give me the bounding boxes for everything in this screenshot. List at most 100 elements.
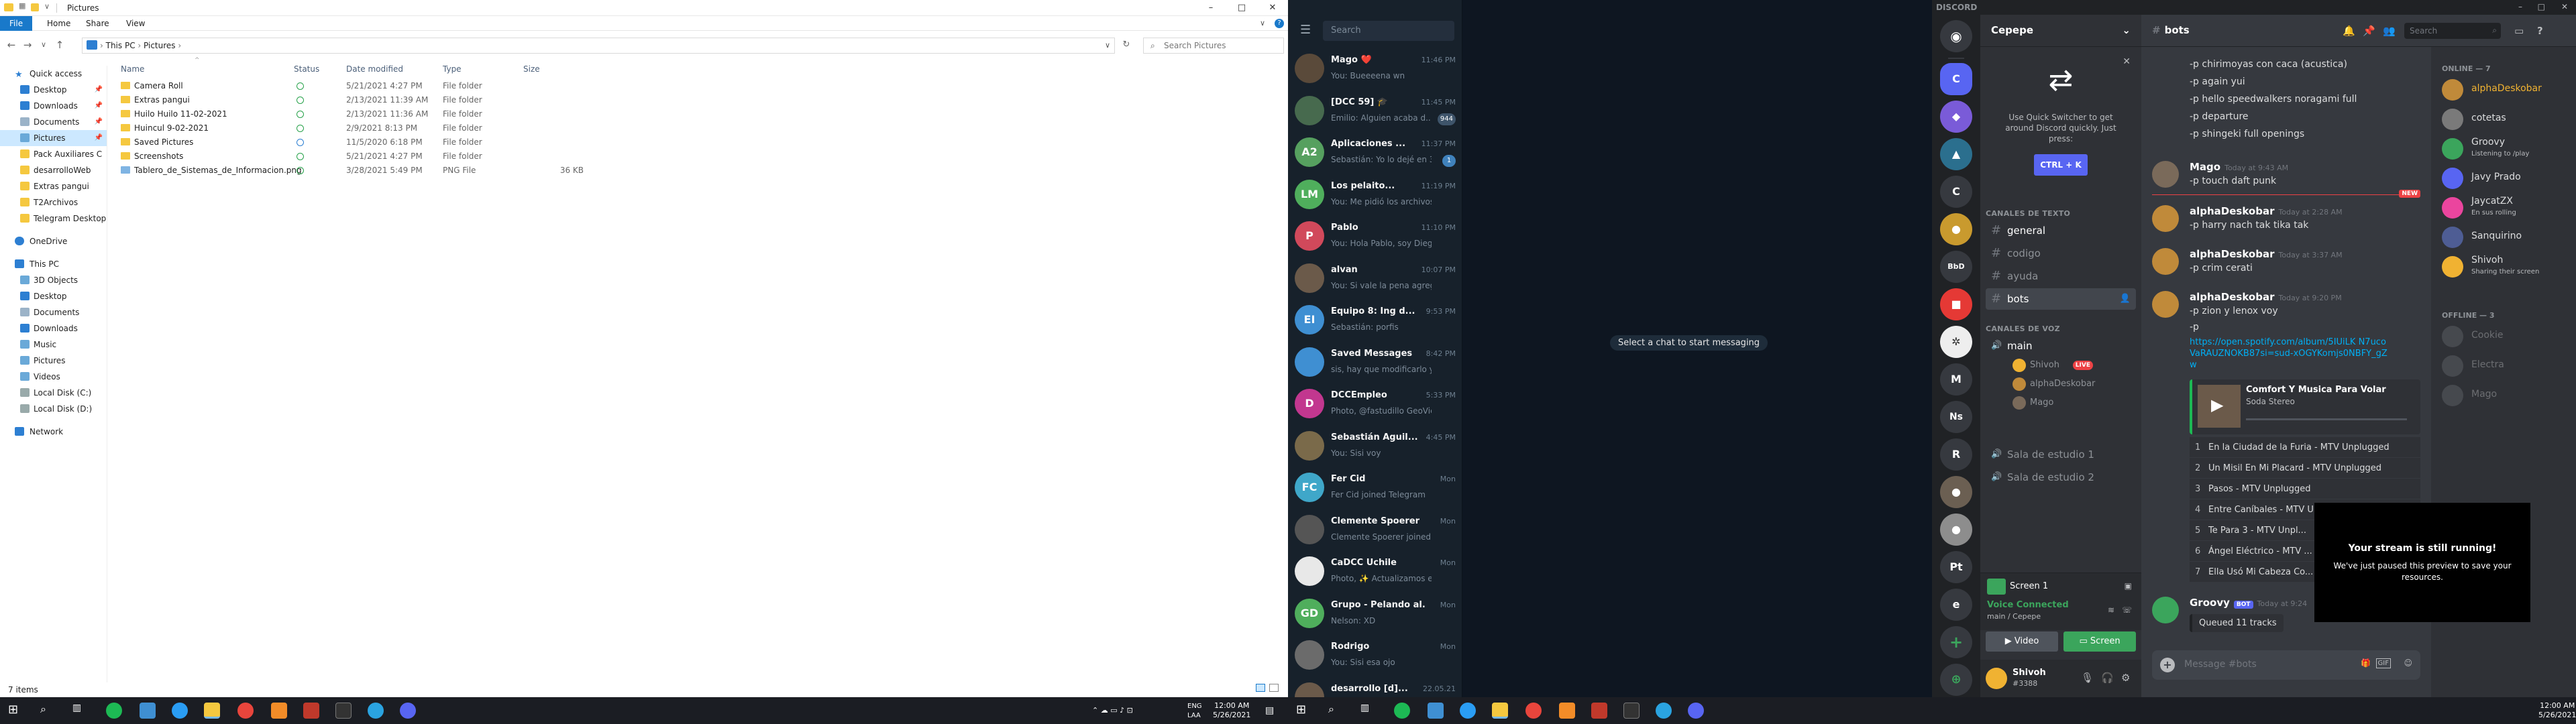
- text-channels-category[interactable]: CANALES DE TEXTO: [1986, 209, 2070, 218]
- nav-downloads[interactable]: Downloads 📌: [0, 98, 107, 114]
- chat-item[interactable]: Saved Messages 8:42 PM sis, hay que modifi…: [1288, 342, 1462, 383]
- column-type[interactable]: Type: [443, 64, 462, 74]
- channel-codigo[interactable]: # codigo: [1986, 243, 2136, 264]
- screen-preview-icon[interactable]: [1987, 579, 2006, 595]
- address-history-icon[interactable]: ∨: [1105, 42, 1110, 49]
- chat-item[interactable]: alvan 10:07 PM You: Si vale la pena agrega…: [1288, 258, 1462, 300]
- voice-user[interactable]: alphaDeskobar: [2012, 375, 2095, 393]
- chrome-icon[interactable]: [237, 703, 254, 719]
- voice-channel-sala-2[interactable]: 🔊 Sala de estudio 2: [1986, 467, 2136, 488]
- member-item[interactable]: cotetas: [2442, 106, 2576, 133]
- gift-icon[interactable]: 🎁: [2361, 658, 2371, 668]
- chevron-down-icon[interactable]: ∨: [44, 3, 50, 10]
- server-icon[interactable]: ◆: [1940, 101, 1972, 133]
- large-icons-view-icon[interactable]: [1269, 684, 1279, 692]
- tab-home[interactable]: Home: [38, 16, 80, 31]
- nav-local-disk-c[interactable]: Local Disk (C:): [0, 385, 107, 401]
- windows-start-icon[interactable]: ⊞: [8, 703, 24, 719]
- disconnect-icon[interactable]: ☏: [2122, 605, 2132, 615]
- play-icon[interactable]: ▶: [2211, 396, 2223, 414]
- chat-item[interactable]: D DCCEmpleo 5:33 PM Photo, @fastudillo GeoV…: [1288, 383, 1462, 425]
- minimize-button[interactable]: –: [2518, 2, 2522, 11]
- app-icon[interactable]: [271, 703, 287, 719]
- channel-bots[interactable]: # bots 👤: [1986, 288, 2136, 310]
- message-author[interactable]: alphaDeskobar Today at 3:37 AM: [2190, 248, 2343, 260]
- server-icon[interactable]: R: [1940, 438, 1972, 471]
- chrome-icon[interactable]: [1525, 703, 1542, 719]
- voice-channel-sala-1[interactable]: 🔊 Sala de estudio 1: [1986, 444, 2136, 465]
- file-row[interactable]: Huincul 9-02-2021 2/9/2021 8:13 PM File fo…: [114, 121, 584, 135]
- nav-network[interactable]: Network: [0, 424, 107, 440]
- add-member-icon[interactable]: 👤: [2120, 288, 2131, 310]
- message-author[interactable]: alphaDeskobar Today at 9:20 PM: [2190, 291, 2342, 303]
- popout-icon[interactable]: ▣: [2125, 581, 2132, 591]
- clock[interactable]: 12:00 AM 5/26/2021: [2538, 701, 2576, 724]
- server-icon[interactable]: ✲: [1940, 326, 1972, 358]
- member-item[interactable]: Shivoh Sharing their screen: [2442, 253, 2576, 280]
- task-view-icon[interactable]: ▥: [1360, 703, 1377, 719]
- track-row[interactable]: 1 En la Ciudad de la Furia - MTV Unplugge…: [2190, 437, 2420, 457]
- chat-item[interactable]: CaDCC Uchile Mon Photo, ✨ Actualizamos el …: [1288, 551, 1462, 593]
- voice-channels-category[interactable]: CANALES DE VOZ: [1986, 324, 2060, 333]
- spotify-icon[interactable]: [106, 703, 122, 719]
- noise-icon[interactable]: ≋: [2108, 605, 2114, 615]
- nav-quick-access[interactable]: ★ Quick access: [0, 66, 107, 82]
- pin-icon[interactable]: 📌: [2363, 25, 2375, 37]
- nav-folder[interactable]: desarrolloWeb: [0, 162, 107, 178]
- clock[interactable]: 12:00 AM 5/26/2021: [1213, 701, 1250, 724]
- member-item[interactable]: Javy Prado: [2442, 165, 2576, 192]
- message-author[interactable]: alphaDeskobar Today at 2:28 AM: [2190, 205, 2343, 217]
- nav-folder[interactable]: Telegram Desktop: [0, 210, 107, 227]
- message-author[interactable]: Mago Today at 9:43 AM: [2190, 161, 2288, 173]
- nav-music[interactable]: Music: [0, 337, 107, 353]
- server-icon[interactable]: ▲: [1940, 138, 1972, 170]
- microphone-icon[interactable]: 🎙: [2081, 672, 2094, 684]
- search-icon[interactable]: ⌕: [40, 703, 56, 719]
- server-icon[interactable]: ●: [1940, 213, 1972, 245]
- nav-desktop[interactable]: Desktop: [0, 288, 107, 304]
- task-view-icon[interactable]: ▥: [72, 703, 89, 719]
- spotify-embed[interactable]: ▶ Comfort Y Musica Para Volar Soda Stere…: [2190, 379, 2420, 434]
- new-folder-icon[interactable]: [31, 3, 39, 11]
- edge-icon[interactable]: [1460, 703, 1476, 719]
- column-status[interactable]: Status: [294, 64, 319, 74]
- member-item[interactable]: Mago: [2442, 382, 2576, 409]
- discord-icon[interactable]: [1688, 703, 1704, 719]
- edge-icon[interactable]: [172, 703, 188, 719]
- message-author[interactable]: Groovy BOT Today at 9:24: [2190, 597, 2307, 609]
- app-icon[interactable]: [1559, 703, 1575, 719]
- search-input[interactable]: Search ⌕: [2404, 23, 2501, 39]
- explore-servers-icon[interactable]: ⊕: [1940, 664, 1972, 696]
- windows-start-icon[interactable]: ⊞: [1296, 703, 1312, 719]
- file-row[interactable]: Tablero_de_Sistemas_de_Informacion.png 3/…: [114, 164, 584, 177]
- column-size[interactable]: Size: [523, 64, 540, 74]
- track-row[interactable]: 3 Pasos - MTV Unplugged: [2190, 479, 2420, 499]
- member-item[interactable]: Electra: [2442, 353, 2576, 379]
- server-icon-cepepe[interactable]: C: [1940, 63, 1972, 95]
- terminal-icon[interactable]: [1623, 703, 1640, 719]
- search-icon[interactable]: ⌕: [1328, 703, 1344, 719]
- member-item[interactable]: alphaDeskobar: [2442, 76, 2576, 103]
- file-explorer-icon[interactable]: [204, 703, 220, 719]
- tab-file[interactable]: File: [0, 16, 33, 31]
- close-button[interactable]: ✕: [1257, 0, 1288, 16]
- chat-item[interactable]: LM Los pelaito... 11:19 PM You: Me pidió lo…: [1288, 174, 1462, 216]
- quick-switcher-key-button[interactable]: CTRL + K: [2034, 154, 2088, 176]
- members-icon[interactable]: 👥: [2383, 25, 2396, 37]
- search-input[interactable]: ⌕ Search Pictures: [1143, 38, 1284, 54]
- help-icon[interactable]: ?: [2537, 25, 2543, 37]
- search-input[interactable]: Search: [1323, 21, 1454, 41]
- emoji-icon[interactable]: ☺: [2404, 658, 2412, 668]
- headphones-icon[interactable]: 🎧: [2101, 672, 2114, 684]
- voice-connected-label[interactable]: Voice Connected: [1987, 600, 2069, 610]
- channel-general[interactable]: # general: [1986, 220, 2136, 241]
- recent-locations-icon[interactable]: ∨: [36, 38, 51, 52]
- language-indicator[interactable]: ENG LAA: [1187, 702, 1202, 724]
- server-icon[interactable]: e: [1940, 589, 1972, 621]
- avatar[interactable]: [2152, 161, 2179, 188]
- nav-pictures[interactable]: Pictures: [0, 353, 107, 369]
- bell-icon[interactable]: 🔔: [2343, 25, 2355, 37]
- file-row[interactable]: Extras pangui 2/13/2021 11:39 AM File fold…: [114, 93, 584, 107]
- nav-videos[interactable]: Videos: [0, 369, 107, 385]
- nav-documents[interactable]: Documents 📌: [0, 114, 107, 130]
